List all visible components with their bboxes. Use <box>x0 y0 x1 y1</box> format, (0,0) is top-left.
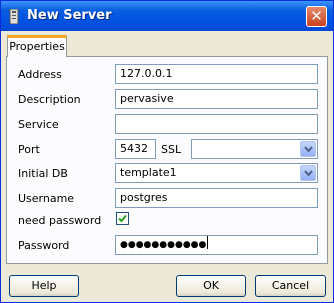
dialog-window: New Server ✕ Properties Address 127.0.0.… <box>0 0 334 303</box>
app-icon <box>7 8 21 25</box>
properties-panel <box>6 56 328 264</box>
ssl-select[interactable] <box>191 139 318 159</box>
ok-button[interactable]: OK <box>176 275 246 297</box>
description-label: Description <box>18 93 81 106</box>
ssl-label: SSL <box>161 143 182 156</box>
username-label: Username <box>18 192 75 205</box>
username-field[interactable]: postgres <box>115 188 318 208</box>
address-field[interactable]: 127.0.0.1 <box>115 64 318 84</box>
description-field[interactable]: pervasive <box>115 89 318 109</box>
service-label: Service <box>18 118 59 131</box>
initial-db-label: Initial DB <box>18 167 68 180</box>
chevron-down-icon <box>304 146 313 153</box>
close-icon: ✕ <box>310 7 323 25</box>
initial-db-select[interactable]: template1 <box>115 163 318 183</box>
address-label: Address <box>18 68 62 81</box>
window-title: New Server <box>27 8 112 23</box>
need-password-checkbox[interactable] <box>116 212 129 225</box>
close-button[interactable]: ✕ <box>306 6 327 27</box>
password-field[interactable]: ●●●●●●●●●●● <box>115 235 318 255</box>
chevron-down-icon <box>304 170 313 177</box>
title-bar[interactable]: New Server ✕ <box>1 1 333 31</box>
service-field[interactable] <box>115 114 318 134</box>
check-icon <box>118 214 127 223</box>
port-label: Port <box>18 143 40 156</box>
initial-db-value: template1 <box>120 166 177 179</box>
password-label: Password <box>18 239 70 252</box>
need-password-label: need password <box>18 214 102 227</box>
port-field[interactable]: 5432 <box>115 139 156 159</box>
password-value: ●●●●●●●●●●● <box>120 240 207 250</box>
ssl-dropdown-button[interactable] <box>300 141 316 157</box>
text-caret <box>207 236 209 249</box>
initial-db-dropdown-button[interactable] <box>300 165 316 181</box>
cancel-button[interactable]: Cancel <box>255 275 326 297</box>
tab-properties[interactable]: Properties <box>7 35 67 57</box>
help-button[interactable]: Help <box>9 275 79 297</box>
